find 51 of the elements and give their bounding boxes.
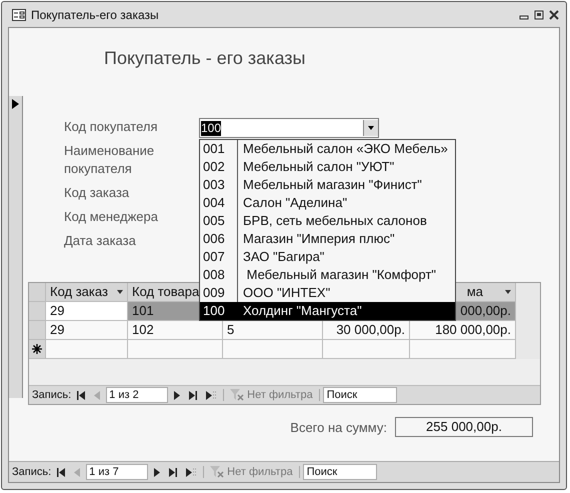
new-row-cell[interactable] bbox=[410, 340, 516, 359]
form-icon bbox=[12, 8, 26, 20]
dropdown-item[interactable]: 007 ЗАО "Багира" bbox=[200, 248, 455, 266]
current-record-icon bbox=[12, 99, 19, 109]
window-title: Покупатель-его заказы bbox=[31, 8, 159, 22]
filter-icon bbox=[230, 389, 244, 401]
new-row-cell[interactable] bbox=[323, 340, 410, 359]
table-cell: 180 000,00р. bbox=[410, 321, 516, 340]
restore-button[interactable] bbox=[533, 8, 545, 20]
dropdown-item[interactable]: 001 Мебельный салон «ЭКО Мебель» bbox=[200, 140, 455, 158]
asterisk-icon bbox=[32, 344, 42, 354]
field-label: Код заказа bbox=[64, 184, 130, 202]
column-header[interactable]: Код заказ bbox=[46, 283, 128, 302]
dropdown-item[interactable]: 003 Мебельный магазин "Финист" bbox=[200, 176, 455, 194]
record-number-field[interactable]: 1 из 7 bbox=[86, 464, 148, 480]
sort-arrow-icon bbox=[117, 290, 123, 294]
new-row-cell[interactable] bbox=[128, 340, 223, 359]
dropdown-item[interactable]: 100 Холдинг "Мангуста" bbox=[200, 302, 455, 320]
table-cell: 102 bbox=[128, 321, 223, 340]
customer-code-combo[interactable]: 100 bbox=[199, 118, 379, 138]
search-field[interactable]: Поиск bbox=[302, 464, 377, 480]
total-label: Всего на сумму: bbox=[290, 420, 387, 434]
new-row-cell[interactable] bbox=[46, 340, 128, 359]
field-label: Код покупателя bbox=[64, 118, 159, 136]
total-field: 255 000,00р. bbox=[395, 417, 533, 437]
record-label: Запись: bbox=[12, 466, 52, 478]
restore-icon bbox=[534, 10, 544, 20]
table-cell: 29 bbox=[46, 321, 128, 340]
search-field[interactable]: Поиск bbox=[322, 387, 397, 403]
close-button[interactable] bbox=[548, 8, 560, 20]
table-cell: 29 bbox=[46, 302, 128, 321]
dropdown-item[interactable]: 006 Магазин "Империя плюс" bbox=[200, 230, 455, 248]
form-heading: Покупатель - его заказы bbox=[103, 47, 306, 70]
dropdown-item[interactable]: 008 Мебельный магазин "Комфорт" bbox=[200, 266, 455, 284]
table-cell: 30 000,00р. bbox=[323, 321, 410, 340]
new-row-selector[interactable] bbox=[29, 340, 46, 359]
dropdown-item[interactable]: 004 Салон "Аделина" bbox=[200, 194, 455, 212]
dropdown-arrow-icon bbox=[368, 126, 374, 130]
dropdown-item[interactable]: 002 Мебельный салон "УЮТ" bbox=[200, 158, 455, 176]
table-cell: 5 bbox=[223, 321, 323, 340]
sort-arrow-icon bbox=[505, 290, 511, 294]
close-icon bbox=[549, 10, 559, 20]
record-label: Запись: bbox=[32, 389, 72, 401]
dropdown-item[interactable]: 005 БРВ, сеть мебельных салонов bbox=[200, 212, 455, 230]
filter-icon bbox=[210, 466, 224, 478]
record-number-field[interactable]: 1 из 2 bbox=[106, 387, 168, 403]
select-all-cell[interactable] bbox=[29, 283, 46, 302]
field-label: Дата заказа bbox=[64, 232, 137, 250]
field-label: Наименование покупателя bbox=[64, 142, 156, 178]
field-label: Код менеджера bbox=[64, 208, 159, 226]
new-row-cell[interactable] bbox=[223, 340, 323, 359]
